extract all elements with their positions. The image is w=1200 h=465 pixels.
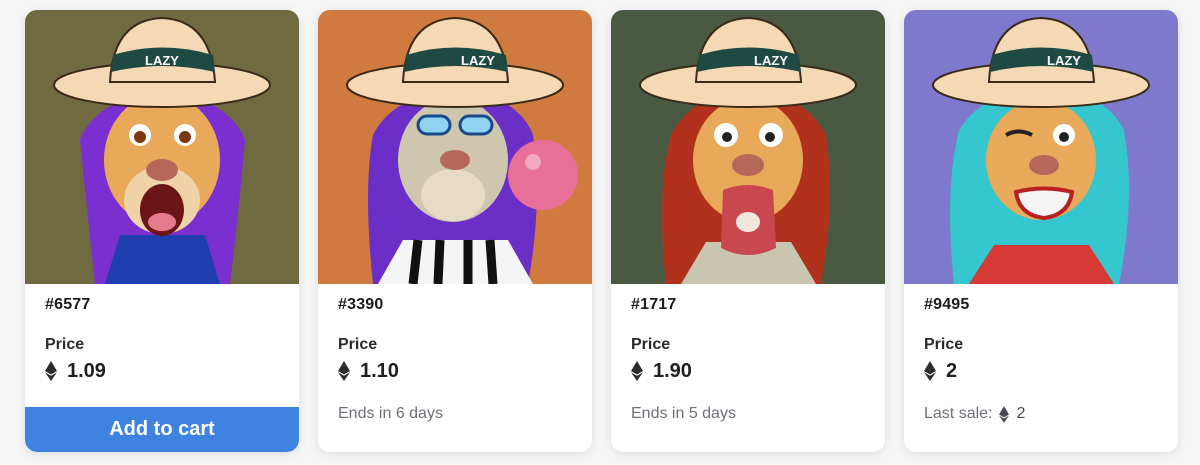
- price-row: 1.09: [45, 358, 106, 384]
- nft-card[interactable]: LAZY #1717 Price 1.90 Ends in 5 days: [611, 10, 885, 452]
- price-label: Price: [631, 336, 671, 353]
- token-id: #3390: [338, 296, 384, 313]
- nft-card[interactable]: LAZY #3390 Price 1.10 Ends in 6 days: [318, 10, 592, 452]
- ethereum-icon: [45, 361, 57, 381]
- price-value: 1.90: [653, 359, 692, 382]
- hat-text: LAZY: [754, 53, 788, 68]
- ethereum-icon: [999, 405, 1010, 423]
- hat-text: LAZY: [145, 53, 179, 68]
- price-label: Price: [924, 336, 964, 353]
- token-id: #1717: [631, 296, 677, 313]
- lion-avatar: LAZY: [25, 10, 299, 284]
- nft-image[interactable]: LAZY: [318, 10, 592, 284]
- token-id: #9495: [924, 296, 970, 313]
- last-sale-label: Last sale:: [924, 405, 993, 422]
- hat-text: LAZY: [1047, 53, 1081, 68]
- lion-avatar: LAZY: [318, 10, 592, 284]
- ethereum-icon: [338, 361, 350, 381]
- add-to-cart-button[interactable]: Add to cart: [25, 407, 299, 452]
- auction-ends-text: Ends in 6 days: [338, 405, 443, 422]
- price-label: Price: [45, 336, 85, 353]
- nft-image[interactable]: LAZY: [25, 10, 299, 284]
- price-value: 1.09: [67, 359, 106, 382]
- price-row: 1.10: [338, 358, 399, 384]
- nft-card[interactable]: LAZY #6577 Price 1.09 Add to cart: [25, 10, 299, 452]
- ethereum-icon: [631, 361, 643, 381]
- price-label: Price: [338, 336, 378, 353]
- price-row: 1.90: [631, 358, 692, 384]
- nft-card[interactable]: LAZY #9495 Price 2 Last sale: 2: [904, 10, 1178, 452]
- price-value: 1.10: [360, 359, 399, 382]
- nft-card-grid: LAZY #6577 Price 1.09 Add to cart LAZY #…: [25, 10, 1185, 455]
- auction-ends-text: Ends in 5 days: [631, 405, 736, 422]
- last-sale: Last sale: 2: [924, 405, 1025, 423]
- nft-image[interactable]: LAZY: [904, 10, 1178, 284]
- price-row: 2: [924, 358, 957, 384]
- ethereum-icon: [924, 361, 936, 381]
- token-id: #6577: [45, 296, 91, 313]
- price-value: 2: [946, 359, 958, 382]
- lion-avatar: LAZY: [611, 10, 885, 284]
- lion-avatar: LAZY: [904, 10, 1178, 284]
- hat-text: LAZY: [461, 53, 495, 68]
- nft-image[interactable]: LAZY: [611, 10, 885, 284]
- last-sale-value: 2: [1016, 405, 1026, 422]
